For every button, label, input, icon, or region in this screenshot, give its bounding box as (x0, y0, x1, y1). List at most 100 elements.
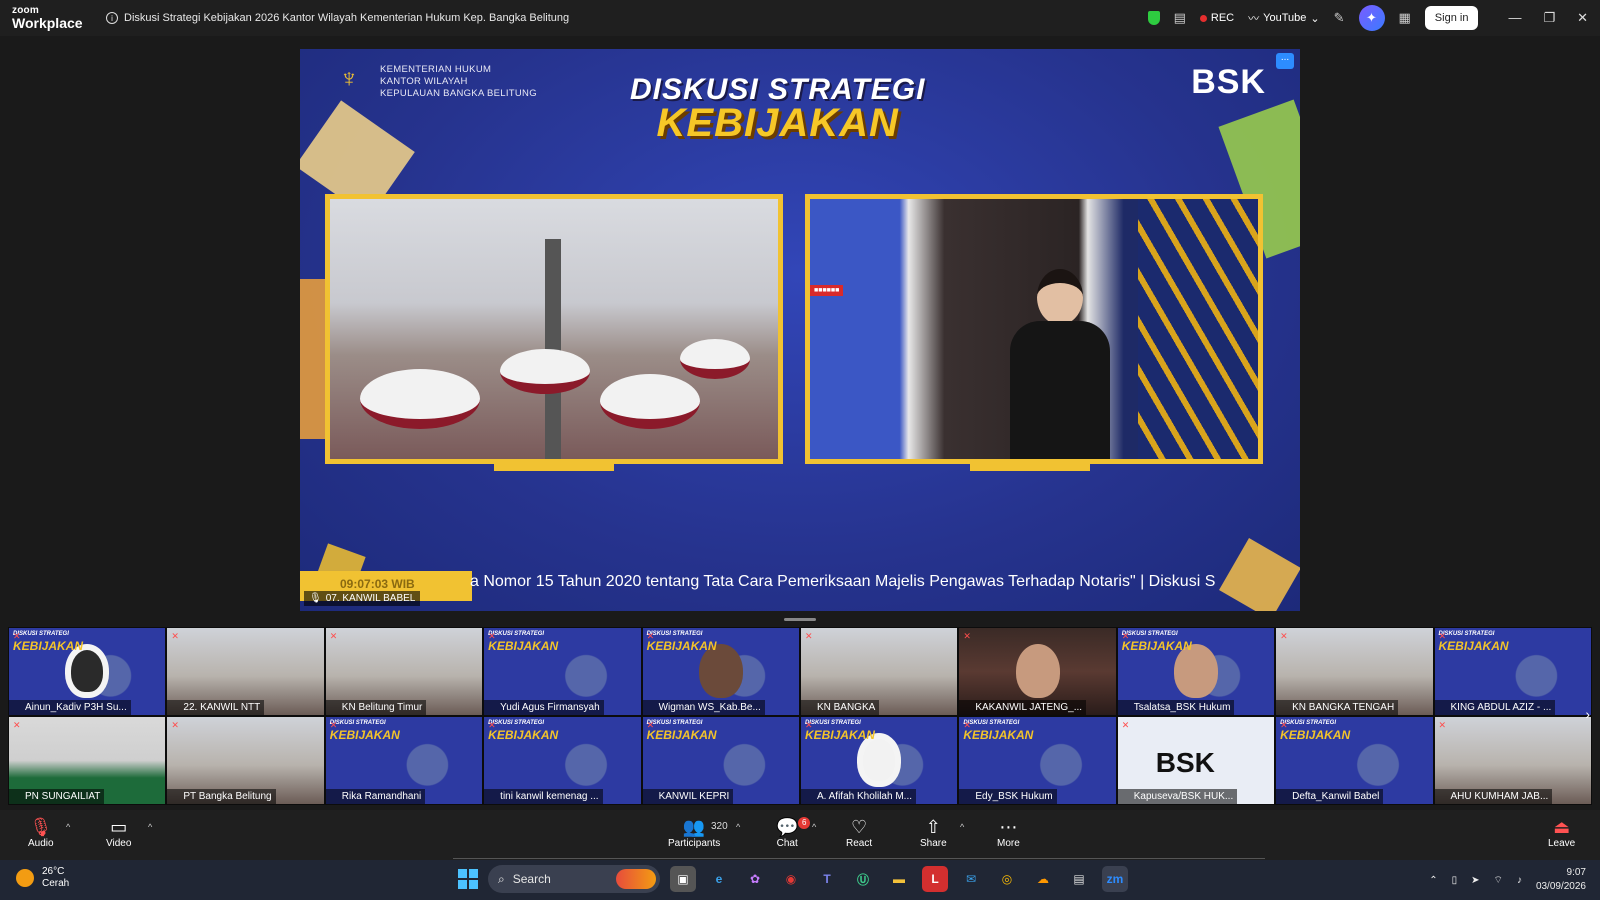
weather-widget[interactable]: 26°C Cerah (16, 866, 69, 890)
leave-label: Leave (1548, 838, 1576, 849)
mic-muted-icon: ✕ (329, 720, 338, 730)
participant-name: PN SUNGAILIAT (9, 789, 105, 804)
participant-tile[interactable]: ✕ tini kanwil kemenag ... (483, 716, 642, 805)
participant-tile[interactable]: ✕ KN Belitung Timur (324, 627, 484, 716)
participant-tile[interactable]: ✕ KAKANWIL JATENG_... (958, 627, 1117, 716)
participants-options-chevron-icon[interactable]: ^ (736, 822, 740, 832)
participant-tile[interactable]: ✕ Yudi Agus Firmansyah (483, 627, 642, 716)
meeting-toolbar: 🎙 Audio ^ ▭ Video ^ 👥 Participants 320 ^… (0, 810, 1600, 860)
close-icon[interactable]: ✕ (1577, 10, 1588, 26)
task-view-icon[interactable]: ▣ (670, 866, 696, 892)
tray-overflow-chevron-icon[interactable]: ⌃ (1429, 875, 1437, 886)
copilot-icon[interactable]: ✿ (742, 866, 768, 892)
participant-face (1173, 644, 1218, 698)
apps-grid-icon[interactable]: ▦ (1399, 10, 1411, 26)
info-icon[interactable]: i (106, 12, 118, 24)
speaker-camera-frame: ■■■■■■ (805, 194, 1263, 464)
battery-icon[interactable]: ▯ (1452, 875, 1458, 886)
more-button[interactable]: ⋯ More (997, 816, 1020, 849)
chat-options-chevron-icon[interactable]: ^ (812, 822, 816, 832)
chat-unread-badge: 6 (798, 817, 811, 829)
os-taskbar: 26°C Cerah ⌕ Search ▣ e ✿ ◉ T Ⓤ ▬ L ✉ ◎ … (0, 860, 1600, 900)
audio-options-chevron-icon[interactable]: ^ (66, 822, 70, 832)
participant-tile[interactable]: BSK ✕ Kapuseva/BSK HUK... (1116, 716, 1276, 805)
meeting-title: Diskusi Strategi Kebijakan 2026 Kantor W… (124, 12, 570, 24)
video-options-chevron-icon[interactable]: ^ (148, 822, 152, 832)
participant-name: KING ABDUL AZIZ - ... (1434, 700, 1556, 715)
app-icon[interactable]: L (922, 866, 948, 892)
edge-browser-icon[interactable]: e (706, 866, 732, 892)
main-speaker-video[interactable]: ♆ KEMENTERIAN HUKUM KANTOR WILAYAH KEPUL… (300, 49, 1300, 611)
gallery-next-arrow-icon[interactable]: › (1585, 706, 1590, 722)
participant-tile[interactable]: ✕ Rika Ramandhani (324, 716, 484, 805)
participant-tile[interactable]: ✕ AHU KUMHAM JAB... (1433, 716, 1592, 805)
search-highlight-image (616, 869, 656, 889)
mic-muted-icon: ✕ (1438, 631, 1447, 641)
share-button[interactable]: ⇧ Share (920, 816, 947, 849)
ai-companion-button[interactable]: ✦ (1358, 5, 1385, 31)
participant-name: Kapuseva/BSK HUK... (1117, 789, 1238, 804)
participant-tile[interactable]: ✕ KN BANGKA (799, 627, 959, 716)
app-icon[interactable]: Ⓤ (850, 866, 876, 892)
minimize-icon[interactable]: — (1508, 10, 1521, 26)
sparkle-icon: ✦ (1366, 10, 1377, 25)
bsk-logo: BSK (1191, 63, 1266, 101)
video-button[interactable]: ▭ Video (106, 816, 131, 849)
participant-tile[interactable]: ✕ Ainun_Kadiv P3H Su... (8, 627, 167, 716)
livestream-youtube[interactable]: 〰 YouTube ⌄ (1248, 10, 1319, 26)
windows-start-icon[interactable] (458, 869, 478, 889)
flag-banner (1138, 199, 1258, 459)
participant-tile[interactable]: ✕ PT Bangka Belitung (166, 716, 325, 805)
resize-handle[interactable] (784, 618, 816, 621)
participant-tile[interactable]: ✕ PN SUNGAILIAT (8, 716, 167, 805)
participant-tile[interactable]: ✕ Tsalatsa_BSK Hukum (1116, 627, 1276, 716)
zoom-logo: zoom Workplace (0, 6, 88, 31)
annotate-pen-icon[interactable]: ✎ (1334, 10, 1345, 26)
participant-name: Defta_Kanwil Babel (1276, 789, 1384, 804)
audio-button[interactable]: 🎙 Audio (28, 816, 54, 849)
participant-tile[interactable]: ✕ Edy_BSK Hukum (958, 716, 1117, 805)
volume-icon[interactable]: ♪ (1517, 875, 1522, 886)
chat-bubble-icon: 💬 (776, 817, 799, 837)
app-icon[interactable]: ▤ (1066, 866, 1092, 892)
chat-button[interactable]: 💬 6 Chat (776, 816, 811, 849)
outlook-icon[interactable]: ✉ (958, 866, 984, 892)
video-options-button[interactable]: ... (1276, 53, 1294, 69)
system-clock[interactable]: 9:07 03/09/2026 (1536, 866, 1586, 894)
wifi-icon[interactable]: ⌔ (1494, 874, 1503, 887)
recording-indicator[interactable]: REC (1199, 12, 1234, 24)
weather-condition: Cerah (42, 878, 70, 889)
participant-tile[interactable]: ✕ KANWIL KEPRI (641, 716, 800, 805)
participant-tile[interactable]: ✕ KING ABDUL AZIZ - ... (1433, 627, 1592, 716)
react-button[interactable]: ♡ React (846, 816, 872, 849)
mic-muted-icon: ✕ (963, 631, 971, 641)
bsk-logo: BSK (1155, 747, 1215, 778)
search-placeholder: Search (512, 872, 551, 886)
zoom-taskbar-icon[interactable]: zm (1102, 866, 1128, 892)
restore-icon[interactable]: ❐ (1543, 10, 1555, 26)
taskbar-search[interactable]: ⌕ Search (488, 865, 660, 893)
teams-icon[interactable]: T (814, 866, 840, 892)
leave-button[interactable]: ⏏ Leave (1548, 816, 1575, 849)
participant-name: KN BANGKA TENGAH (1276, 700, 1399, 715)
notes-icon[interactable]: ▤ (1174, 10, 1186, 26)
file-explorer-icon[interactable]: ▬ (886, 866, 912, 892)
encryption-shield-icon[interactable] (1147, 11, 1160, 25)
event-title-line2: KEBIJAKAN (656, 101, 899, 145)
share-options-chevron-icon[interactable]: ^ (960, 822, 964, 832)
frame-tab (494, 459, 614, 471)
mic-muted-icon: 🎙 (29, 817, 53, 837)
participant-tile[interactable]: ✕ Defta_Kanwil Babel (1275, 716, 1434, 805)
location-icon[interactable]: ➤ (1471, 875, 1479, 886)
sign-in-button[interactable]: Sign in (1424, 6, 1479, 30)
app-icon[interactable]: ◉ (778, 866, 804, 892)
meeting-info[interactable]: i Diskusi Strategi Kebijakan 2026 Kantor… (88, 12, 569, 24)
cloud-icon[interactable]: ☁ (1030, 866, 1056, 892)
mic-muted-icon: ✕ (1280, 631, 1288, 641)
participant-tile[interactable]: ✕ A. Afifah Kholilah M... (799, 716, 959, 805)
participant-tile[interactable]: ✕ Wigman WS_Kab.Be... (641, 627, 800, 716)
chrome-icon[interactable]: ◎ (994, 866, 1020, 892)
participant-tile[interactable]: ✕ KN BANGKA TENGAH (1275, 627, 1434, 716)
participant-tile[interactable]: ✕ 22. KANWIL NTT (166, 627, 325, 716)
participant-name: PT Bangka Belitung (167, 789, 276, 804)
